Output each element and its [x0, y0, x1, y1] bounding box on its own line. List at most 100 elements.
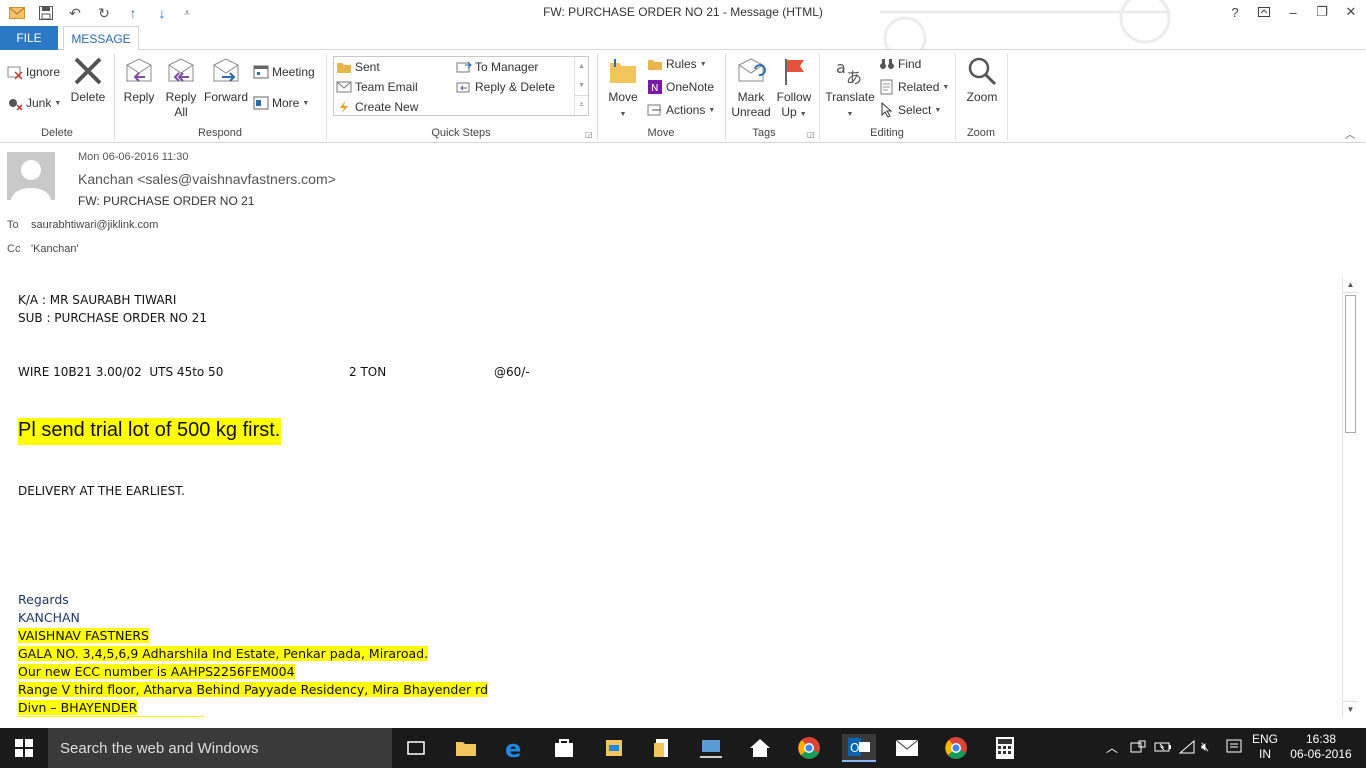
outlook-icon[interactable]: O — [842, 734, 876, 762]
clock[interactable]: 16:38 06-06-2016 — [1288, 732, 1354, 762]
calculator-icon[interactable] — [991, 734, 1019, 762]
action-center-icon[interactable] — [1226, 739, 1242, 758]
to-manager-icon — [456, 59, 472, 75]
edge-browser-icon[interactable]: e — [501, 734, 529, 762]
related-button[interactable]: Related ▼ — [879, 77, 949, 97]
group-label-zoom: Zoom — [966, 127, 996, 139]
scroll-down-icon[interactable]: ▼ — [1343, 701, 1358, 717]
file-explorer-icon[interactable] — [452, 734, 480, 762]
rules-button[interactable]: Rules ▼ — [647, 54, 707, 74]
mark-unread-label-2: Unread — [731, 105, 771, 119]
find-button[interactable]: Find — [879, 54, 921, 74]
minimize-button[interactable]: – — [1278, 0, 1308, 24]
delete-button[interactable]: Delete — [68, 54, 108, 105]
chrome-icon-2[interactable] — [942, 734, 970, 762]
actions-button[interactable]: Actions ▼ — [647, 100, 715, 120]
quickstep-sent[interactable]: Sent — [336, 57, 380, 77]
taskbar-search-box[interactable]: Search the web and Windows — [48, 728, 392, 768]
translate-button[interactable]: aあ Translate ▼ — [823, 54, 877, 122]
task-view-icon[interactable] — [402, 734, 430, 762]
svg-text:a: a — [836, 58, 846, 77]
binoculars-icon — [879, 56, 895, 72]
quick-steps-scroll[interactable]: ▲ ▼ ⩡ — [574, 57, 588, 115]
svg-text:あ: あ — [846, 68, 862, 87]
signature-range: Range V third floor, Atharva Behind Payy… — [18, 682, 489, 697]
cursor-icon — [879, 102, 895, 118]
store-icon[interactable] — [550, 734, 578, 762]
input-language-indicator[interactable]: ENG IN — [1252, 732, 1278, 762]
home-icon[interactable] — [746, 734, 774, 762]
quickstep-label: Team Email — [355, 80, 418, 94]
signature-division: Divn – BHAYENDER — [18, 700, 138, 715]
reply-delete-icon — [456, 79, 472, 95]
network-app-icon[interactable] — [697, 734, 725, 762]
forward-icon — [209, 54, 243, 88]
zoom-label: Zoom — [966, 90, 998, 104]
group-label-tags: Tags — [752, 127, 776, 139]
message-body[interactable]: K/A : MR SAURABH TIWARI SUB : PURCHASE O… — [0, 277, 1342, 717]
reply-button[interactable]: Reply — [120, 54, 158, 105]
tab-message[interactable]: MESSAGE — [63, 26, 139, 51]
tab-file[interactable]: FILE — [0, 26, 58, 50]
windows-start-icon[interactable] — [10, 734, 38, 762]
select-button[interactable]: Select ▼ — [879, 100, 941, 120]
ignore-button[interactable]: Ignore — [7, 62, 60, 82]
vertical-scrollbar[interactable]: ▲ ▼ — [1342, 277, 1358, 717]
junk-button[interactable]: Junk ▼ — [7, 93, 61, 113]
svg-text:e: e — [505, 736, 521, 760]
documents-icon[interactable] — [648, 734, 676, 762]
svg-text:O: O — [850, 741, 859, 755]
wifi-icon[interactable] — [1178, 739, 1195, 757]
more-respond-button[interactable]: More ▼ — [253, 93, 309, 113]
message-sender[interactable]: Kanchan <sales@vaishnavfastners.com> — [78, 171, 336, 187]
move-button[interactable]: Move ▼ — [603, 54, 643, 122]
follow-up-button[interactable]: Follow Up ▼ — [773, 54, 815, 122]
restore-button[interactable]: ❐ — [1307, 0, 1337, 24]
forward-label: Forward — [203, 90, 248, 104]
ribbon-display-options-button[interactable] — [1249, 0, 1279, 24]
follow-up-label-1: Follow — [776, 90, 812, 104]
quickstep-team-email[interactable]: Team Email — [336, 77, 418, 97]
signature-ecc: Our new ECC number is AAHPS2256FEM004 — [18, 664, 295, 679]
quick-steps-gallery: Sent Team Email Create New To Manager Re… — [333, 56, 589, 116]
quickstep-create-new[interactable]: Create New — [336, 97, 418, 117]
forward-button[interactable]: Forward — [203, 54, 249, 105]
close-button[interactable]: ✕ — [1336, 0, 1366, 24]
reply-all-button[interactable]: Reply All — [161, 54, 201, 120]
mail-app-icon[interactable] — [893, 734, 921, 762]
quickstep-label: Reply & Delete — [475, 80, 556, 94]
to-recipient[interactable]: saurabhtiwari@jiklink.com — [31, 219, 158, 231]
mark-unread-button[interactable]: Mark Unread — [730, 54, 772, 120]
volume-muted-icon[interactable]: 🔇︎ — [1201, 739, 1209, 755]
chrome-icon[interactable] — [795, 734, 823, 762]
dialog-launcher-icon[interactable]: ◲ — [585, 130, 593, 139]
expand-gallery-icon[interactable]: ⩡ — [575, 95, 588, 113]
quickstep-to-manager[interactable]: To Manager — [456, 57, 538, 77]
onenote-button[interactable]: N OneNote — [647, 77, 714, 97]
device-tray-icon[interactable] — [1130, 740, 1146, 757]
scroll-down-icon[interactable]: ▼ — [575, 76, 588, 95]
flag-icon — [777, 54, 811, 88]
show-hidden-icons-icon[interactable]: ︿ — [1106, 739, 1118, 756]
scroll-up-icon[interactable]: ▲ — [575, 57, 588, 76]
title-bar: ↶ ↻ ↑ ↓ ⩡ FW: PURCHASE ORDER NO 21 - Mes… — [0, 0, 1366, 50]
dialog-launcher-icon[interactable]: ◲ — [807, 130, 815, 139]
battery-icon[interactable] — [1154, 740, 1172, 757]
translate-icon: aあ — [833, 54, 867, 88]
cc-recipient[interactable]: 'Kanchan' — [31, 243, 79, 255]
scroll-thumb[interactable] — [1345, 295, 1356, 433]
collapse-ribbon-icon[interactable]: ︿ — [1345, 126, 1355, 141]
clock-time: 16:38 — [1305, 732, 1337, 746]
meeting-button[interactable]: Meeting — [253, 62, 315, 82]
zoom-button[interactable]: Zoom — [960, 54, 1004, 105]
svg-text:N: N — [651, 83, 658, 94]
quickstep-reply-delete[interactable]: Reply & Delete — [456, 77, 555, 97]
scroll-up-icon[interactable]: ▲ — [1343, 277, 1358, 293]
more-icon — [253, 95, 269, 111]
rules-icon — [647, 56, 663, 72]
reply-label: Reply — [123, 90, 155, 104]
ignore-icon — [7, 64, 23, 80]
more-label: More — [272, 96, 300, 110]
help-button[interactable]: ? — [1220, 0, 1250, 24]
files-app-icon[interactable] — [600, 734, 628, 762]
